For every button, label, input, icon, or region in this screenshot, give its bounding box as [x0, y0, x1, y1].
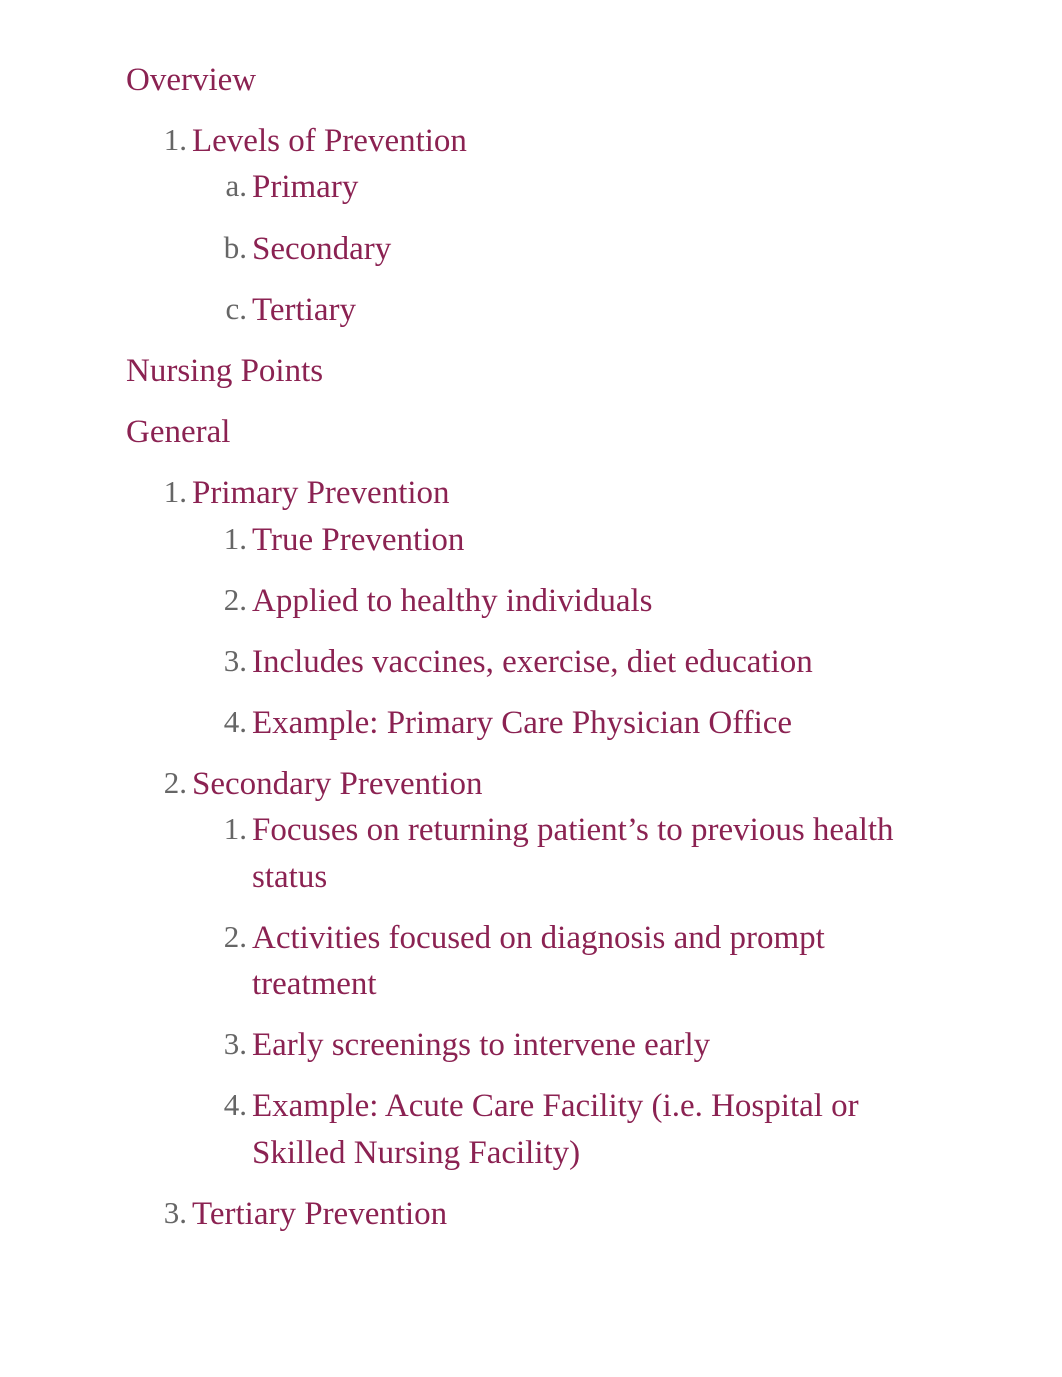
- list-item: b. Secondary: [221, 226, 952, 272]
- list-item-text: Early screenings to intervene early: [252, 1027, 711, 1064]
- list-item: 3. Tertiary Prevention: [159, 1191, 952, 1237]
- list-item-text: Tertiary Prevention: [192, 1195, 448, 1232]
- list-item-text: Secondary: [252, 230, 392, 267]
- primary-prevention-sublist: 1. True Prevention 2. Applied to healthy…: [221, 517, 952, 747]
- list-marker: 4.: [223, 704, 247, 740]
- list-item-text: Applied to healthy individuals: [252, 582, 653, 619]
- list-item-text: Example: Acute Care Facility (i.e. Hospi…: [252, 1088, 859, 1171]
- list-item-text: True Prevention: [252, 521, 465, 558]
- list-marker: 3.: [223, 1026, 247, 1062]
- list-marker: 3.: [223, 642, 247, 678]
- list-item: 1. Primary Prevention 1. True Prevention…: [159, 470, 952, 746]
- section-heading-nursing-points: Nursing Points: [126, 352, 324, 389]
- list-marker: 4.: [223, 1087, 247, 1123]
- levels-of-prevention-sublist: a. Primary b. Secondary c. Tertiary: [221, 164, 952, 333]
- list-marker: a.: [225, 168, 247, 204]
- list-item: 4. Example: Primary Care Physician Offic…: [221, 700, 952, 746]
- list-item: 2. Applied to healthy individuals: [221, 578, 952, 624]
- list-marker: 1.: [223, 520, 247, 556]
- list-marker: c.: [225, 290, 247, 326]
- section-heading-overview: Overview: [126, 62, 257, 98]
- list-item-text: Focuses on returning patient’s to previo…: [252, 812, 894, 895]
- list-item: 3. Includes vaccines, exercise, diet edu…: [221, 639, 952, 685]
- list-item: a. Primary: [221, 164, 952, 210]
- document-page: Overview 1. Levels of Prevention a. Prim…: [0, 0, 1062, 1377]
- list-item-text: Primary Prevention: [192, 475, 450, 512]
- list-item: 3. Early screenings to intervene early: [221, 1022, 952, 1068]
- list-marker: 2.: [223, 918, 247, 954]
- list-marker: 1.: [163, 122, 187, 158]
- list-item: 2. Activities focused on diagnosis and p…: [221, 915, 952, 1007]
- list-item-text: Example: Primary Care Physician Office: [252, 705, 793, 742]
- list-marker: 2.: [163, 765, 187, 801]
- list-item: c. Tertiary: [221, 287, 952, 333]
- list-item: 1. Focuses on returning patient’s to pre…: [221, 807, 952, 899]
- list-item: 4. Example: Acute Care Facility (i.e. Ho…: [221, 1083, 952, 1175]
- general-list-level1: 1. Primary Prevention 1. True Prevention…: [159, 470, 952, 1237]
- list-marker: 2.: [223, 581, 247, 617]
- list-item: 2. Secondary Prevention 1. Focuses on re…: [159, 761, 952, 1176]
- list-marker: 1.: [223, 811, 247, 847]
- list-marker: 1.: [163, 474, 187, 510]
- list-item-text: Tertiary: [252, 291, 356, 328]
- list-item: 1. True Prevention: [221, 517, 952, 563]
- section-heading-general: General: [126, 414, 231, 451]
- secondary-prevention-sublist: 1. Focuses on returning patient’s to pre…: [221, 807, 952, 1175]
- list-item-text: Activities focused on diagnosis and prom…: [252, 919, 825, 1002]
- list-marker: b.: [223, 229, 247, 265]
- overview-list-level1: 1. Levels of Prevention a. Primary b. Se…: [159, 118, 952, 333]
- list-item-text: Levels of Prevention: [192, 123, 467, 160]
- list-item-text: Includes vaccines, exercise, diet educat…: [252, 643, 813, 680]
- list-item: 1. Levels of Prevention a. Primary b. Se…: [159, 118, 952, 333]
- list-marker: 3.: [163, 1194, 187, 1230]
- list-item-text: Primary: [252, 169, 359, 206]
- list-item-text: Secondary Prevention: [192, 766, 483, 803]
